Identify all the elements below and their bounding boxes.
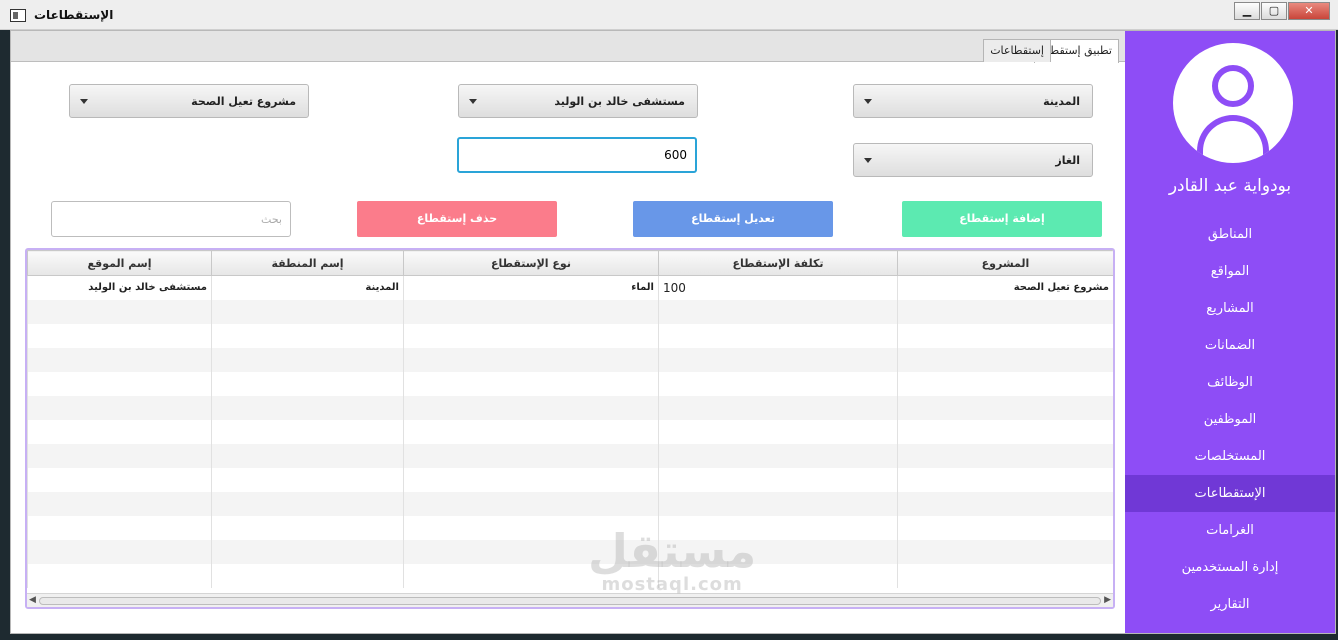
table-row[interactable]: مشروع تعيل الصحة 100 الماء المدينة مستشف… xyxy=(27,275,1113,300)
sidebar-item-projects[interactable]: المشاريع xyxy=(1125,290,1335,327)
column-header-site[interactable]: إسم الموقع xyxy=(27,250,212,276)
add-deduction-button[interactable]: إضافة إستقطاع xyxy=(902,201,1102,237)
window-controls: ▁ ▢ ✕ xyxy=(1233,2,1330,20)
tab-deductions[interactable]: إستقطاعات xyxy=(983,39,1051,62)
sidebar-item-reports[interactable]: التقارير xyxy=(1125,586,1335,623)
table-row-empty xyxy=(27,347,1113,372)
column-header-project[interactable]: المشروع xyxy=(897,250,1113,276)
column-header-type[interactable]: نوع الإستقطاع xyxy=(403,250,659,276)
site-combo[interactable]: مستشفى خالد بن الوليد xyxy=(458,84,698,118)
sidebar-item-invoices[interactable]: المستخلصات xyxy=(1125,438,1335,475)
search-input[interactable] xyxy=(51,201,291,237)
avatar-head xyxy=(1212,65,1254,107)
table-row-empty xyxy=(27,395,1113,420)
chevron-down-icon xyxy=(864,158,872,163)
project-combo-value: مشروع تعيل الصحة xyxy=(191,95,296,108)
sidebar-item-employees[interactable]: الموظفين xyxy=(1125,401,1335,438)
table-row-empty xyxy=(27,491,1113,516)
table-row-empty xyxy=(27,419,1113,444)
close-icon[interactable]: ✕ xyxy=(1288,2,1330,20)
chevron-down-icon xyxy=(864,99,872,104)
watermark-arabic: مستقل xyxy=(588,524,757,578)
sidebar-item-deductions[interactable]: الإستقطاعات xyxy=(1125,475,1335,512)
table-row-empty xyxy=(27,515,1113,540)
region-combo-value: المدينة xyxy=(1043,95,1080,108)
table-row-empty xyxy=(27,323,1113,348)
chevron-down-icon xyxy=(80,99,88,104)
scrollbar-thumb[interactable] xyxy=(39,597,1101,605)
title-bar: الإستقطاعات ▁ ▢ ✕ xyxy=(0,0,1338,30)
column-header-cost[interactable]: تكلفة الإستقطاع xyxy=(658,250,898,276)
table-cell: المدينة xyxy=(211,275,404,300)
site-combo-value: مستشفى خالد بن الوليد xyxy=(554,95,685,108)
table-cell: مستشفى خالد بن الوليد xyxy=(27,275,212,300)
deduction-type-combo-value: الغاز xyxy=(1055,154,1080,167)
table-cell: مشروع تعيل الصحة xyxy=(897,275,1113,300)
table-row-empty xyxy=(27,467,1113,492)
watermark-latin: mostaql.com xyxy=(601,574,743,595)
horizontal-scrollbar[interactable]: ◀ ▶ xyxy=(27,593,1113,607)
window-app-icon xyxy=(10,9,26,22)
sidebar: بودواية عبد القادر المناطق المواقع المشا… xyxy=(1125,31,1335,633)
table-row-empty xyxy=(27,443,1113,468)
sidebar-item-sites[interactable]: المواقع xyxy=(1125,253,1335,290)
chevron-down-icon xyxy=(469,99,477,104)
table-row-empty xyxy=(27,299,1113,324)
sidebar-nav: المناطق المواقع المشاريع الضمانات الوظائ… xyxy=(1125,216,1335,623)
sidebar-item-regions[interactable]: المناطق xyxy=(1125,216,1335,253)
window-title: الإستقطاعات xyxy=(34,8,114,22)
deduction-type-combo[interactable]: الغاز xyxy=(853,143,1093,177)
username: بودواية عبد القادر xyxy=(1168,176,1292,196)
table-row-empty xyxy=(27,563,1113,588)
table-row-empty xyxy=(27,371,1113,396)
maximize-icon[interactable]: ▢ xyxy=(1261,2,1287,20)
deductions-table: المشروع تكلفة الإستقطاع نوع الإستقطاع إس… xyxy=(25,248,1115,609)
sidebar-item-user-management[interactable]: إدارة المستخدمين xyxy=(1125,549,1335,586)
sidebar-item-jobs[interactable]: الوظائف xyxy=(1125,364,1335,401)
watermark: مستقل mostaql.com xyxy=(588,528,756,595)
sidebar-item-guarantees[interactable]: الضمانات xyxy=(1125,327,1335,364)
table-cell: الماء xyxy=(403,275,659,300)
minimize-icon[interactable]: ▁ xyxy=(1234,2,1260,20)
sidebar-item-fines[interactable]: الغرامات xyxy=(1125,512,1335,549)
edit-deduction-button[interactable]: تعديل إستقطاع xyxy=(633,201,833,237)
column-header-region[interactable]: إسم المنطقة xyxy=(211,250,404,276)
project-combo[interactable]: مشروع تعيل الصحة xyxy=(69,84,309,118)
avatar xyxy=(1173,43,1293,163)
table-cell: 100 xyxy=(658,275,898,300)
amount-input[interactable] xyxy=(457,137,697,173)
table-row-empty xyxy=(27,539,1113,564)
delete-deduction-button[interactable]: حذف إستقطاع xyxy=(357,201,557,237)
table-header-row: المشروع تكلفة الإستقطاع نوع الإستقطاع إس… xyxy=(27,250,1113,276)
region-combo[interactable]: المدينة xyxy=(853,84,1093,118)
scroll-left-icon[interactable]: ◀ xyxy=(29,595,36,605)
scroll-right-icon[interactable]: ▶ xyxy=(1104,595,1111,605)
tab-strip: تطبيق إستقطاع إستقطاعات xyxy=(11,31,1125,63)
avatar-body xyxy=(1197,115,1269,163)
